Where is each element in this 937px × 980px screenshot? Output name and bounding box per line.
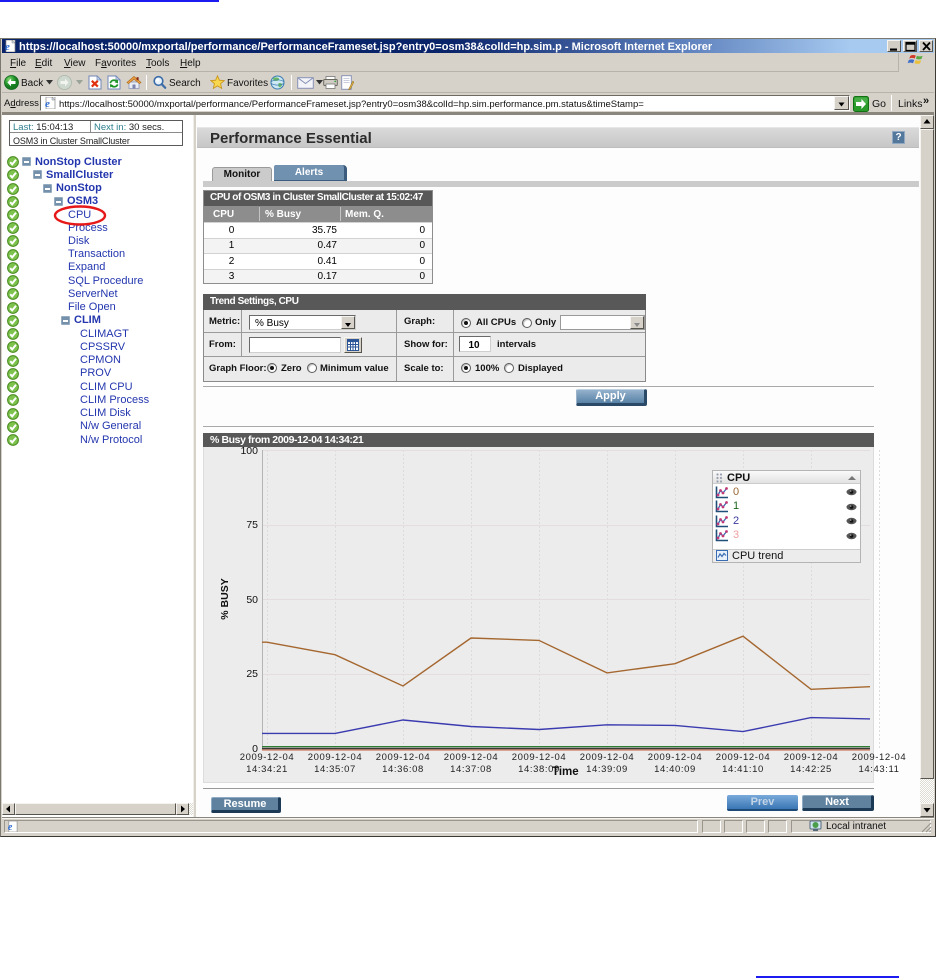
svg-text:e: e xyxy=(8,822,13,832)
svg-text:e: e xyxy=(5,41,10,52)
svg-text:e: e xyxy=(45,98,50,109)
